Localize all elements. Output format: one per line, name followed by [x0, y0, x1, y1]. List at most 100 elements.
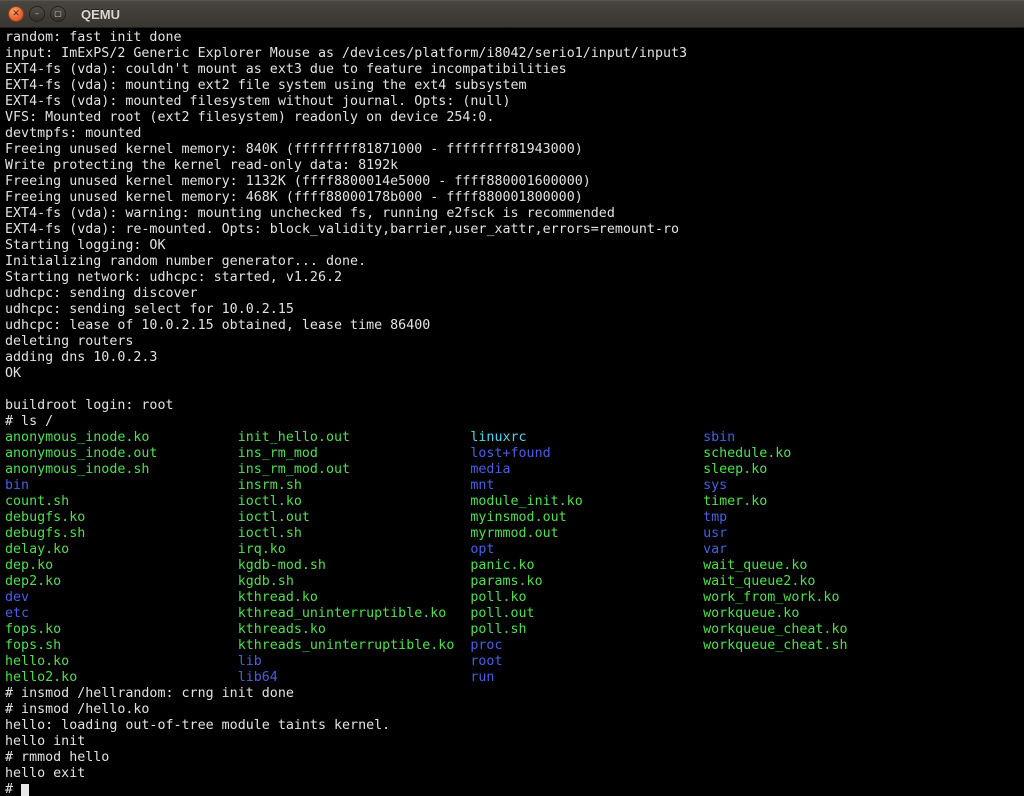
directory-entry: dev — [5, 590, 238, 606]
file-entry: fops.sh — [5, 638, 238, 654]
terminal-cursor — [21, 784, 29, 796]
terminal-line: EXT4-fs (vda): mounted filesystem withou… — [5, 94, 1024, 110]
terminal-line: # insmod /hellrandom: crng init done — [5, 686, 1024, 702]
file-entry: irq.ko — [238, 542, 471, 558]
terminal-line: anonymous_inode.outins_rm_modlost+founds… — [5, 446, 1024, 462]
directory-entry: lost+found — [470, 446, 703, 462]
file-entry: debugfs.sh — [5, 526, 238, 542]
terminal-line: EXT4-fs (vda): mounting ext2 file system… — [5, 78, 1024, 94]
window-maximize-button[interactable]: ▢ — [50, 6, 66, 22]
file-entry: ins_rm_mod — [238, 446, 471, 462]
terminal-text: EXT4-fs (vda): mounted filesystem withou… — [5, 94, 511, 109]
terminal-line: buildroot login: root — [5, 398, 1024, 414]
terminal-line: udhcpc: sending discover — [5, 286, 1024, 302]
terminal-line: devtmpfs: mounted — [5, 126, 1024, 142]
terminal-text: Initializing random number generator... … — [5, 254, 366, 269]
terminal-line: # rmmod hello — [5, 750, 1024, 766]
directory-entry: run — [470, 670, 494, 685]
file-entry: params.ko — [470, 574, 703, 590]
terminal-line: input: ImExPS/2 Generic Explorer Mouse a… — [5, 46, 1024, 62]
window-title: QEMU — [81, 7, 120, 22]
terminal-line: Freeing unused kernel memory: 840K (ffff… — [5, 142, 1024, 158]
terminal-line: udhcpc: lease of 10.0.2.15 obtained, lea… — [5, 318, 1024, 334]
terminal-text: # insmod /hellrandom: crng init done — [5, 686, 294, 701]
maximize-icon: ▢ — [54, 10, 62, 18]
terminal-text: devtmpfs: mounted — [5, 126, 141, 141]
terminal-line: fops.kokthreads.kopoll.shworkqueue_cheat… — [5, 622, 1024, 638]
file-entry: init_hello.out — [238, 430, 471, 446]
terminal-text — [5, 382, 13, 397]
terminal-screen[interactable]: random: fast init doneinput: ImExPS/2 Ge… — [0, 28, 1024, 796]
close-icon: ✕ — [12, 10, 20, 19]
terminal-line: bininsrm.shmntsys — [5, 478, 1024, 494]
terminal-line: debugfs.koioctl.outmyinsmod.outtmp — [5, 510, 1024, 526]
terminal-text: VFS: Mounted root (ext2 filesystem) read… — [5, 110, 494, 125]
file-entry: poll.sh — [470, 622, 703, 638]
terminal-text: EXT4-fs (vda): couldn't mount as ext3 du… — [5, 62, 567, 77]
directory-entry: proc — [470, 638, 703, 654]
directory-entry: tmp — [703, 510, 727, 525]
minimize-icon: – — [35, 10, 39, 18]
terminal-text: OK — [5, 366, 21, 381]
directory-entry: usr — [703, 526, 727, 541]
terminal-line: adding dns 10.0.2.3 — [5, 350, 1024, 366]
terminal-line: anonymous_inode.koinit_hello.outlinuxrcs… — [5, 430, 1024, 446]
file-entry: insrm.sh — [238, 478, 471, 494]
file-entry: poll.out — [470, 606, 703, 622]
file-entry: ins_rm_mod.out — [238, 462, 471, 478]
directory-entry: mnt — [470, 478, 703, 494]
file-entry: panic.ko — [470, 558, 703, 574]
directory-entry: root — [470, 654, 502, 669]
file-entry: hello2.ko — [5, 670, 238, 686]
terminal-text: Write protecting the kernel read-only da… — [5, 158, 398, 173]
terminal-text: # ls / — [5, 414, 53, 429]
file-entry: delay.ko — [5, 542, 238, 558]
terminal-line: Initializing random number generator... … — [5, 254, 1024, 270]
terminal-line: # insmod /hello.ko — [5, 702, 1024, 718]
terminal-line: delay.koirq.kooptvar — [5, 542, 1024, 558]
terminal-line: count.shioctl.komodule_init.kotimer.ko — [5, 494, 1024, 510]
file-entry: kthreads.ko — [238, 622, 471, 638]
file-entry: kgdb-mod.sh — [238, 558, 471, 574]
window-minimize-button[interactable]: – — [29, 6, 45, 22]
terminal-line: hello exit — [5, 766, 1024, 782]
terminal-text: # insmod /hello.ko — [5, 702, 149, 717]
terminal-text: # — [5, 782, 21, 796]
terminal-line: Freeing unused kernel memory: 468K (ffff… — [5, 190, 1024, 206]
terminal-line: OK — [5, 366, 1024, 382]
terminal-text: buildroot login: root — [5, 398, 174, 413]
file-entry: wait_queue.ko — [703, 558, 807, 573]
file-entry: anonymous_inode.ko — [5, 430, 238, 446]
terminal-line: EXT4-fs (vda): couldn't mount as ext3 du… — [5, 62, 1024, 78]
file-entry: timer.ko — [703, 494, 767, 509]
terminal-line: random: fast init done — [5, 30, 1024, 46]
terminal-line: Starting logging: OK — [5, 238, 1024, 254]
window-close-button[interactable]: ✕ — [8, 6, 24, 22]
directory-entry: etc — [5, 606, 238, 622]
file-entry: schedule.ko — [703, 446, 791, 461]
file-entry: kthread_uninterruptible.ko — [238, 606, 471, 622]
file-entry: workqueue_cheat.sh — [703, 638, 847, 653]
qemu-window: ✕ – ▢ QEMU random: fast init doneinput: … — [0, 0, 1024, 796]
terminal-text: Freeing unused kernel memory: 1132K (fff… — [5, 174, 591, 189]
file-entry: count.sh — [5, 494, 238, 510]
directory-entry: sbin — [703, 430, 735, 445]
terminal-line: hello init — [5, 734, 1024, 750]
directory-entry: bin — [5, 478, 238, 494]
terminal-text: input: ImExPS/2 Generic Explorer Mouse a… — [5, 46, 687, 61]
terminal-line: Write protecting the kernel read-only da… — [5, 158, 1024, 174]
terminal-text: # rmmod hello — [5, 750, 109, 765]
terminal-line: debugfs.shioctl.shmyrmmod.outusr — [5, 526, 1024, 542]
file-entry: kgdb.sh — [238, 574, 471, 590]
terminal-line: # — [5, 782, 1024, 796]
directory-entry: sys — [703, 478, 727, 493]
terminal-text: EXT4-fs (vda): mounting ext2 file system… — [5, 78, 527, 93]
terminal-text: hello init — [5, 734, 85, 749]
directory-entry: var — [703, 542, 727, 557]
terminal-line: deleting routers — [5, 334, 1024, 350]
window-titlebar: ✕ – ▢ QEMU — [0, 0, 1024, 28]
file-entry: fops.ko — [5, 622, 238, 638]
terminal-text: udhcpc: sending select for 10.0.2.15 — [5, 302, 294, 317]
terminal-line: anonymous_inode.shins_rm_mod.outmediasle… — [5, 462, 1024, 478]
terminal-line — [5, 382, 1024, 398]
